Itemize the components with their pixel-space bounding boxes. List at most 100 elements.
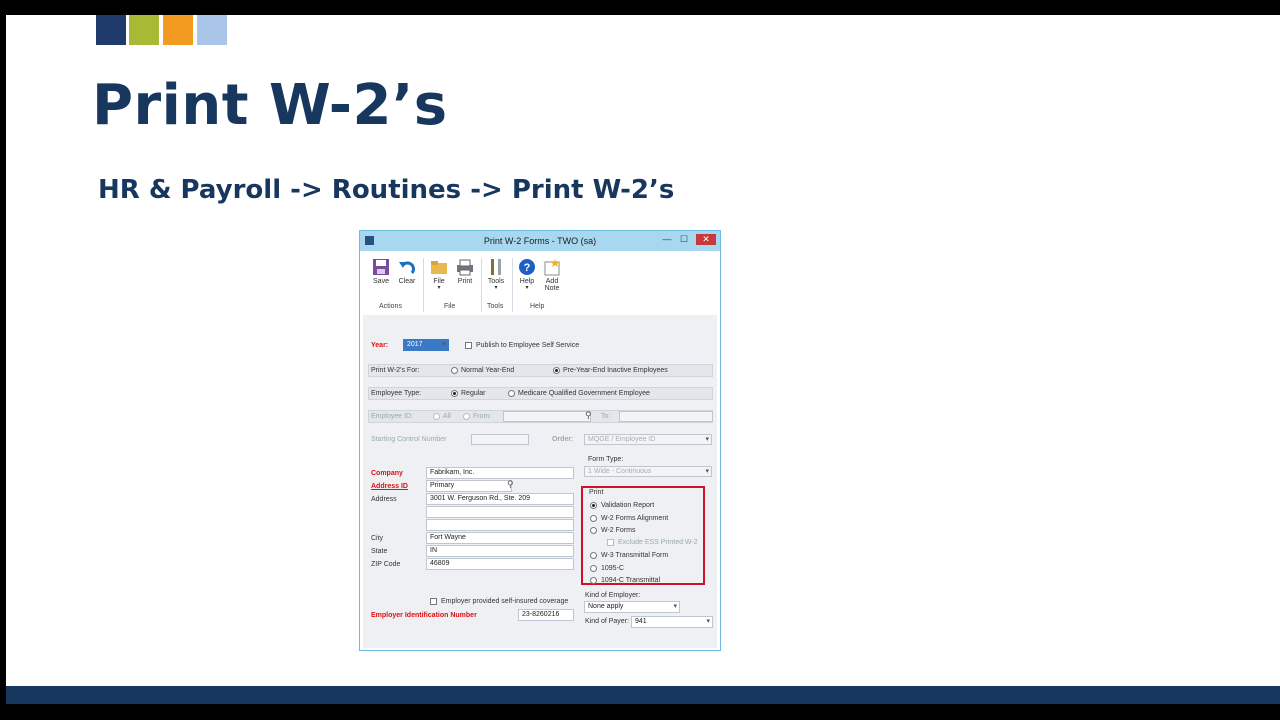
add-note-button[interactable]: Add Note [539,258,565,292]
address-line2-field[interactable] [426,506,574,518]
chevron-down-icon: ▾ [494,285,498,291]
exclude-ess-label: Exclude ESS Printed W-2 [618,539,698,546]
kind-employer-label: Kind of Employer: [585,592,641,599]
validation-report-radio[interactable] [590,502,597,509]
pre-year-end-label: Pre-Year-End Inactive Employees [563,367,668,374]
employee-id-all-radio[interactable] [433,413,440,420]
file-label: File [433,278,445,285]
medicare-label: Medicare Qualified Government Employee [518,390,650,397]
slide-subtitle: HR & Payroll -> Routines -> Print W-2’s [98,175,675,205]
print-options-highlight: Print Validation Report W-2 Forms Alignm… [581,486,705,585]
form-body: Year: 2017 Publish to Employee Self Serv… [363,315,717,648]
footer-bar [6,686,1280,704]
clear-button[interactable]: Clear [394,258,420,285]
ribbon-separator [481,258,482,312]
ribbon-separator [423,258,424,312]
year-select[interactable]: 2017 [403,339,449,351]
minimize-button[interactable]: — [660,234,674,245]
address-id-link[interactable]: Address ID [371,483,408,490]
note-icon [543,258,561,276]
zip-label: ZIP Code [371,561,401,568]
company-field[interactable]: Fabrikam, Inc. [426,467,574,479]
employee-id-from-label: From: [473,413,492,420]
form-type-label: Form Type: [588,456,624,463]
address-label: Address [371,496,397,503]
kind-payer-select[interactable]: 941 [631,616,713,628]
w2-alignment-radio[interactable] [590,515,597,522]
address-line1-field[interactable]: 3001 W. Ferguson Rd., Ste. 209 [426,493,574,505]
w3-transmittal-radio[interactable] [590,552,597,559]
starting-control-field[interactable] [471,434,529,445]
tools-icon [487,258,505,276]
self-insured-checkbox[interactable] [430,598,437,605]
normal-year-end-radio[interactable] [451,367,458,374]
form-1095c-label: 1095-C [601,565,624,572]
publish-ess-label: Publish to Employee Self Service [476,342,580,349]
regular-radio[interactable] [451,390,458,397]
form-1094c-radio[interactable] [590,577,597,584]
kind-payer-label: Kind of Payer: [585,618,629,625]
medicare-radio[interactable] [508,390,515,397]
address-id-field[interactable]: Primary [426,480,512,492]
print-w2-window: Print W-2 Forms - TWO (sa) — ☐ ✕ Save Cl… [359,230,721,651]
group-tools: Tools [487,303,504,310]
slide-title: Print W-2’s [92,73,448,138]
city-label: City [371,535,384,542]
exclude-ess-checkbox[interactable] [607,539,614,546]
undo-icon [398,258,416,276]
brand-square-lightblue [197,15,227,45]
help-icon: ? [518,258,536,276]
lookup-icon[interactable]: ⚲ [585,410,592,421]
employee-id-label: Employee ID: [371,413,414,420]
address-lookup-icon[interactable]: ⚲ [507,479,514,490]
city-field[interactable]: Fort Wayne [426,532,574,544]
self-insured-label: Employer provided self-insured coverage [441,598,569,605]
save-button[interactable]: Save [368,258,394,285]
form-type-select[interactable]: 1 Wide - Continuous [584,466,712,477]
chevron-down-icon: ▾ [437,285,441,291]
ribbon-separator [512,258,513,312]
state-field[interactable]: IN [426,545,574,557]
group-help: Help [530,303,545,310]
zip-field[interactable]: 46809 [426,558,574,570]
year-label: Year: [371,342,389,349]
clear-label: Clear [398,278,416,285]
publish-ess-checkbox[interactable] [465,342,472,349]
print-for-label: Print W-2’s For: [371,367,420,374]
help-button[interactable]: ? Help ▾ [514,258,540,291]
pre-year-end-radio[interactable] [553,367,560,374]
employee-id-from-field[interactable] [503,411,591,422]
address-line3-field[interactable] [426,519,574,531]
close-button[interactable]: ✕ [696,234,716,245]
brand-square-orange [163,15,193,45]
add-note-label: Add [545,278,559,285]
file-button[interactable]: File ▾ [426,258,452,291]
tools-button[interactable]: Tools ▾ [483,258,509,291]
tools-label: Tools [487,278,505,285]
company-label: Company [371,470,403,477]
help-label: Help [519,278,535,285]
w3-transmittal-label: W-3 Transmittal Form [601,552,669,559]
printer-icon [456,258,474,276]
order-select[interactable]: MQGE / Employee ID [584,434,712,445]
employee-id-all-label: All [443,413,451,420]
form-1095c-radio[interactable] [590,565,597,572]
employee-id-from-radio[interactable] [463,413,470,420]
employee-id-to-field[interactable] [619,411,713,422]
ein-label: Employer Identification Number [371,612,477,619]
ein-field[interactable]: 23-8260216 [518,609,574,621]
folder-icon [430,258,448,276]
group-actions: Actions [379,303,402,310]
regular-label: Regular [461,390,486,397]
starting-control-label: Starting Control Number [371,436,447,443]
state-label: State [371,548,388,555]
kind-employer-select[interactable]: None apply [584,601,680,613]
save-label: Save [373,278,389,285]
maximize-button[interactable]: ☐ [677,234,691,245]
employee-type-label: Employee Type: [371,390,422,397]
w2-forms-radio[interactable] [590,527,597,534]
print-label: Print [457,278,473,285]
print-group-label: Print [589,489,604,496]
print-button[interactable]: Print [452,258,478,285]
w2-alignment-label: W-2 Forms Alignment [601,515,669,522]
